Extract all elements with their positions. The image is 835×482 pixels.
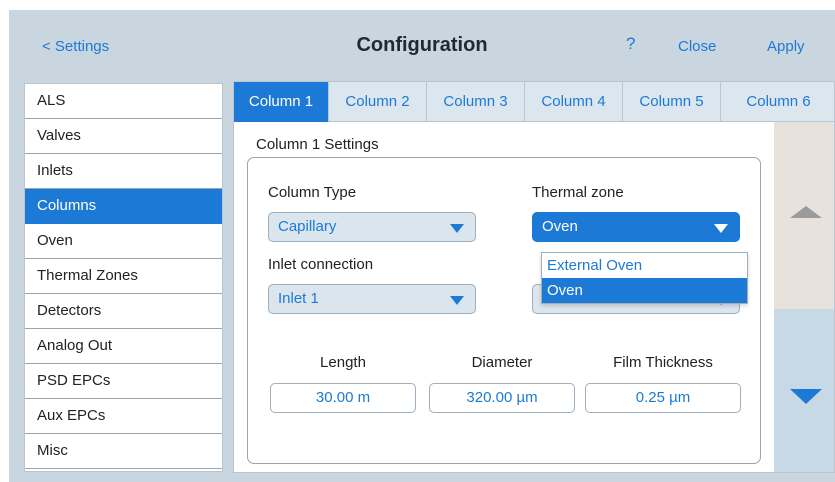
film-thickness-label: Film Thickness	[613, 354, 713, 371]
column-type-label: Column Type	[268, 184, 357, 201]
caret-down-icon	[450, 296, 464, 305]
back-settings-button[interactable]: < Settings	[42, 38, 109, 55]
app-frame: < Settings Configuration ? Close Apply A…	[9, 10, 835, 482]
column-tabs: Column 1 Column 2 Column 3 Column 4 Colu…	[234, 82, 834, 122]
sidebar-item-als[interactable]: ALS	[25, 84, 222, 119]
diameter-label: Diameter	[471, 354, 533, 371]
length-label: Length	[320, 354, 366, 371]
section-title: Column 1 Settings	[256, 136, 379, 153]
close-button[interactable]: Close	[678, 38, 716, 55]
sidebar-item-analog-out[interactable]: Analog Out	[25, 329, 222, 364]
thermal-zone-dropdown: External Oven Oven	[541, 252, 748, 304]
tab-column-3[interactable]: Column 3	[427, 82, 525, 122]
sidebar-item-aux-epcs[interactable]: Aux EPCs	[25, 399, 222, 434]
length-input[interactable]: 30.00 m	[270, 383, 416, 413]
caret-down-icon	[450, 224, 464, 233]
sidebar-item-thermal-zones[interactable]: Thermal Zones	[25, 259, 222, 294]
thermal-zone-label: Thermal zone	[532, 184, 624, 201]
inlet-connection-select[interactable]: Inlet 1	[268, 284, 476, 314]
sidebar-item-inlets[interactable]: Inlets	[25, 154, 222, 189]
sidebar-item-columns[interactable]: Columns	[25, 189, 222, 224]
column-type-select[interactable]: Capillary	[268, 212, 476, 242]
triangle-down-icon	[790, 389, 822, 404]
thermal-zone-option-oven[interactable]: Oven	[542, 278, 747, 303]
tab-column-1[interactable]: Column 1	[234, 82, 329, 122]
column-type-value: Capillary	[278, 218, 337, 235]
thermal-zone-value: Oven	[542, 218, 578, 235]
scroll-down-button[interactable]	[774, 309, 834, 472]
sidebar-item-oven[interactable]: Oven	[25, 224, 222, 259]
caret-down-icon	[714, 224, 728, 233]
scroll-up-button[interactable]	[774, 122, 834, 309]
diameter-input[interactable]: 320.00 µm	[429, 383, 575, 413]
inlet-connection-label: Inlet connection	[268, 256, 374, 273]
settings-group: Column Type Capillary Thermal zone Oven …	[247, 157, 761, 464]
triangle-up-icon	[790, 206, 822, 218]
sidebar: ALS Valves Inlets Columns Oven Thermal Z…	[24, 83, 223, 472]
sidebar-item-valves[interactable]: Valves	[25, 119, 222, 154]
tab-column-6[interactable]: Column 6	[721, 82, 834, 122]
top-bar: < Settings Configuration ? Close Apply	[9, 10, 835, 82]
sidebar-item-psd-epcs[interactable]: PSD EPCs	[25, 364, 222, 399]
tab-column-4[interactable]: Column 4	[525, 82, 623, 122]
sidebar-item-misc[interactable]: Misc	[25, 434, 222, 469]
film-thickness-input[interactable]: 0.25 µm	[585, 383, 741, 413]
sidebar-item-detectors[interactable]: Detectors	[25, 294, 222, 329]
inlet-connection-value: Inlet 1	[278, 290, 319, 307]
thermal-zone-option-external-oven[interactable]: External Oven	[542, 253, 747, 278]
apply-button[interactable]: Apply	[767, 38, 805, 55]
tab-column-5[interactable]: Column 5	[623, 82, 721, 122]
column-settings-panel: Column 1 Column 2 Column 3 Column 4 Colu…	[233, 81, 835, 473]
tab-column-2[interactable]: Column 2	[329, 82, 427, 122]
help-button[interactable]: ?	[626, 34, 635, 54]
thermal-zone-select[interactable]: Oven	[532, 212, 740, 242]
